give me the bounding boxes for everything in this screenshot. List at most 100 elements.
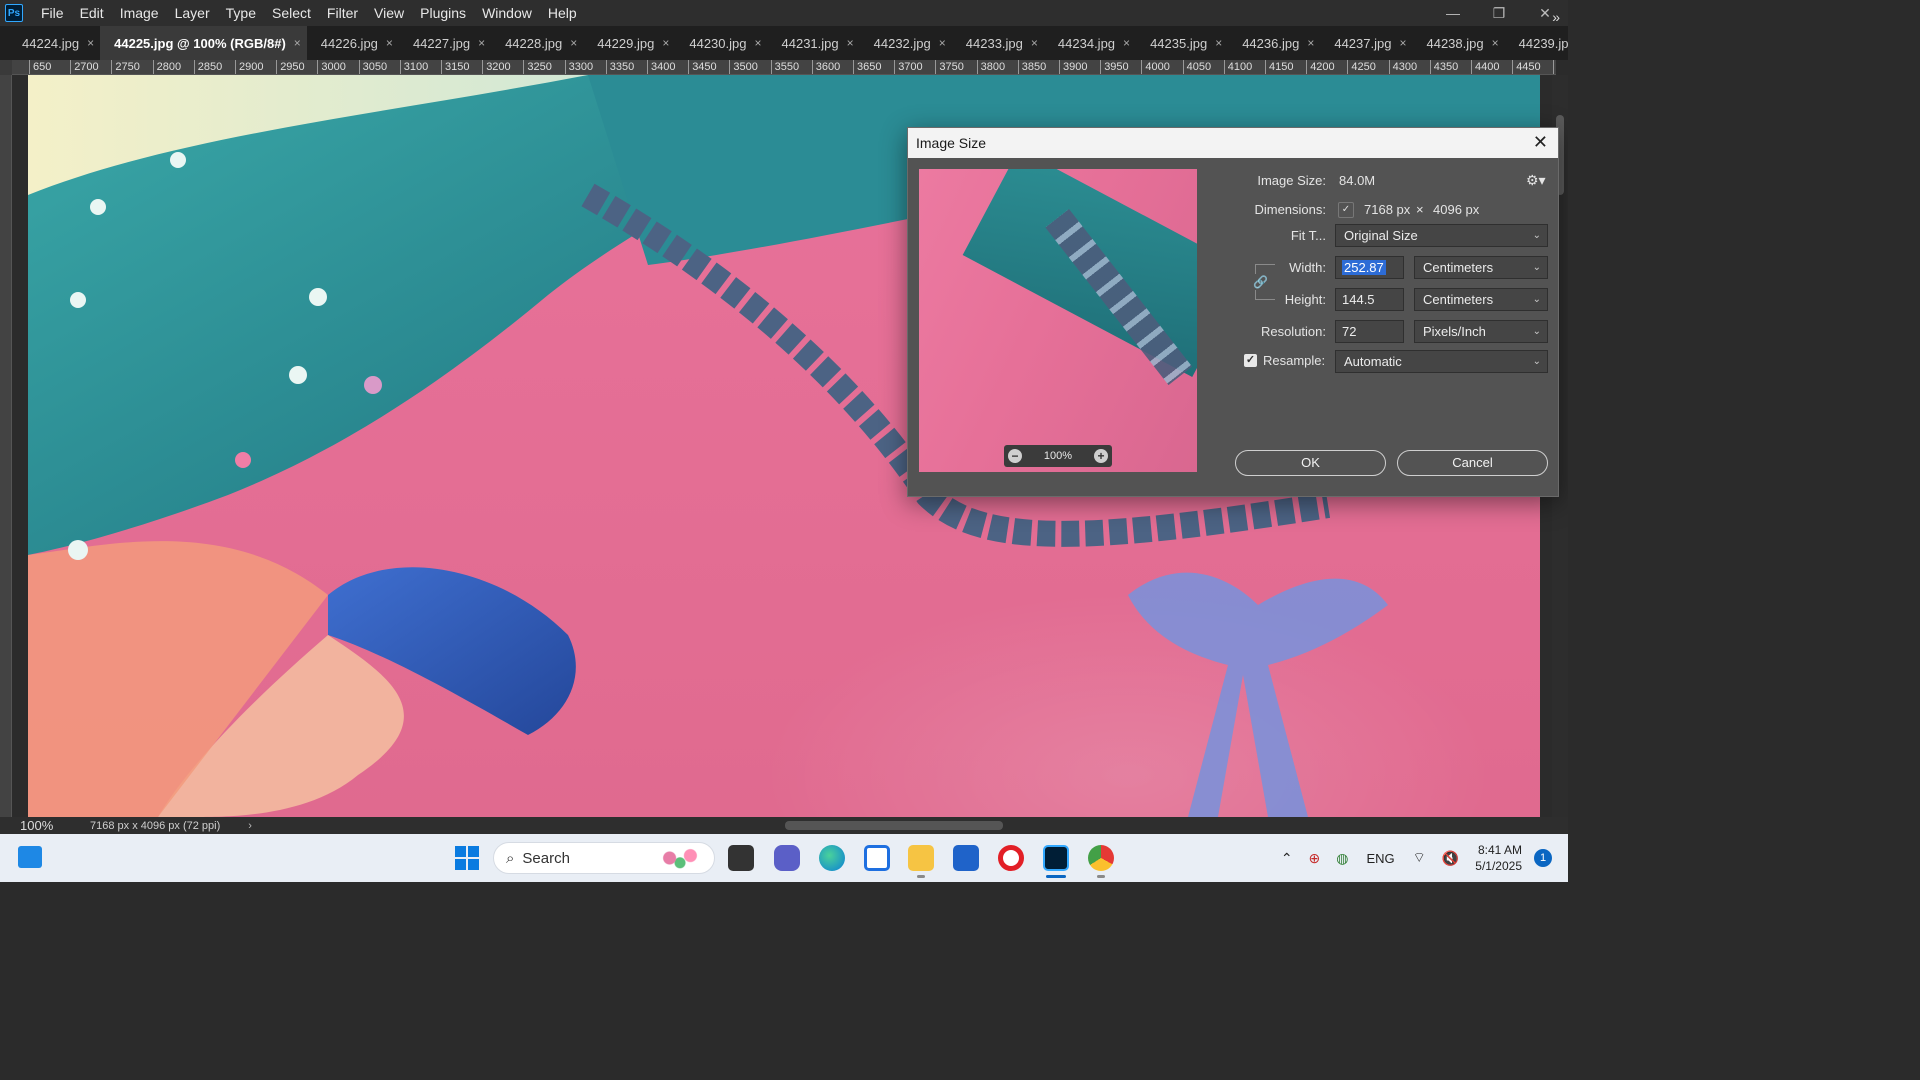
tab-document[interactable]: 44232.jpg ×	[860, 26, 952, 60]
image-preview[interactable]: − 100% +	[919, 169, 1197, 472]
menu-layer[interactable]: Layer	[167, 0, 218, 26]
close-window-button[interactable]: ✕	[1522, 0, 1568, 26]
tab-close-icon[interactable]: ×	[939, 36, 946, 50]
file-explorer-icon[interactable]	[908, 845, 934, 871]
photoshop-app-icon[interactable]	[1043, 845, 1069, 871]
menu-select[interactable]: Select	[264, 0, 319, 26]
network-globe-icon[interactable]: ◍	[1336, 850, 1348, 867]
menu-edit[interactable]: Edit	[72, 0, 112, 26]
tab-document[interactable]: 44230.jpg ×	[675, 26, 767, 60]
tab-close-icon[interactable]: ×	[570, 36, 577, 50]
tab-document[interactable]: 44235.jpg ×	[1136, 26, 1228, 60]
wifi-icon[interactable]: ⌔	[1413, 849, 1426, 867]
menu-file[interactable]: File	[33, 0, 72, 26]
menu-image[interactable]: Image	[112, 0, 167, 26]
tab-document[interactable]: 44238.jpg ×	[1412, 26, 1504, 60]
volume-muted-icon[interactable]: 🔇	[1442, 850, 1459, 867]
ok-button[interactable]: OK	[1235, 450, 1386, 476]
width-label: Width:	[1289, 260, 1326, 275]
vertical-ruler[interactable]	[0, 75, 12, 817]
language-indicator[interactable]: ENG	[1367, 851, 1395, 866]
resample-checkbox[interactable]: ✓	[1244, 354, 1257, 367]
taskbar-search-box[interactable]: ⌕ Search	[493, 842, 715, 874]
tab-close-icon[interactable]: ×	[1123, 36, 1130, 50]
ruler-tick-label: 3800	[976, 60, 1005, 74]
tab-label: 44226.jpg	[320, 35, 378, 51]
maximize-button[interactable]: ❐	[1476, 0, 1522, 26]
tab-close-icon[interactable]: ×	[847, 36, 854, 50]
zoom-level[interactable]: 100%	[0, 818, 80, 833]
horizontal-scrollbar[interactable]	[260, 821, 1540, 830]
menu-help[interactable]: Help	[540, 0, 585, 26]
status-menu-arrow-icon[interactable]: ›	[248, 820, 252, 832]
tab-document[interactable]: 44224.jpg ×	[8, 26, 100, 60]
teams-app-icon[interactable]	[774, 845, 800, 871]
tabs-overflow-icon[interactable]: »	[1552, 0, 1560, 34]
terminal-app-icon[interactable]	[728, 845, 754, 871]
windows-start-icon[interactable]	[455, 846, 479, 870]
resample-select[interactable]: Automatic ⌄	[1335, 350, 1548, 373]
link-proportions-icon[interactable]: 🔗	[1253, 274, 1268, 290]
zoom-out-icon[interactable]: −	[1008, 449, 1022, 463]
tab-document[interactable]: 44227.jpg ×	[399, 26, 491, 60]
minimize-button[interactable]: —	[1430, 0, 1476, 26]
dimensions-dropdown-icon[interactable]: ✓	[1338, 202, 1354, 218]
tab-document[interactable]: 44228.jpg ×	[491, 26, 583, 60]
tab-document[interactable]: 44226.jpg ×	[307, 26, 399, 60]
fit-to-label: Fit T...	[1290, 228, 1326, 243]
tab-document[interactable]: 44231.jpg ×	[768, 26, 860, 60]
horizontal-ruler[interactable]: 650 2700 2750 2800 2850 2900 2950 3000 3050 3100 3…	[12, 60, 1556, 75]
tab-close-icon[interactable]: ×	[87, 36, 94, 50]
height-unit-select[interactable]: Centimeters ⌄	[1414, 288, 1548, 311]
menu-window[interactable]: Window	[474, 0, 540, 26]
width-unit-select[interactable]: Centimeters ⌄	[1414, 256, 1548, 279]
lens-app-icon[interactable]	[864, 845, 890, 871]
settings-gear-icon[interactable]: ⚙▾	[1526, 172, 1546, 189]
menu-view[interactable]: View	[366, 0, 412, 26]
zoom-in-icon[interactable]: +	[1093, 449, 1108, 463]
tab-document[interactable]: 44237.jpg ×	[1320, 26, 1412, 60]
ruler-tick-label: 3150	[441, 60, 469, 74]
widgets-icon[interactable]	[18, 846, 42, 868]
tab-close-icon[interactable]: ×	[1031, 36, 1038, 50]
tab-close-icon[interactable]: ×	[1215, 36, 1222, 50]
tab-close-icon[interactable]: ×	[1307, 36, 1314, 50]
vpn-icon[interactable]: ⊕	[1309, 850, 1321, 867]
tab-close-icon[interactable]: ×	[662, 36, 669, 50]
edge-app-icon[interactable]	[819, 845, 845, 871]
show-hidden-icons-icon[interactable]: ⌃	[1281, 850, 1293, 867]
tab-close-icon[interactable]: ×	[754, 36, 761, 50]
tab-close-icon[interactable]: ×	[386, 36, 393, 50]
opera-app-icon[interactable]	[998, 845, 1024, 871]
tab-document[interactable]: 44236.jpg ×	[1228, 26, 1320, 60]
chrome-app-icon[interactable]	[1088, 845, 1114, 871]
dialog-close-icon[interactable]: ✕	[1533, 132, 1548, 153]
cancel-button[interactable]: Cancel	[1397, 450, 1548, 476]
menu-plugins[interactable]: Plugins	[412, 0, 474, 26]
tab-close-icon[interactable]: ×	[294, 36, 301, 50]
store-app-icon[interactable]	[953, 845, 979, 871]
clock[interactable]: 8:41 AM 5/1/2025	[1475, 842, 1522, 874]
tab-close-icon[interactable]: ×	[1492, 36, 1499, 50]
horizontal-scroll-thumb[interactable]	[785, 821, 1003, 830]
menu-type[interactable]: Type	[218, 0, 264, 26]
tab-active-document[interactable]: 44225.jpg @ 100% (RGB/8#) ×	[100, 26, 307, 60]
height-field[interactable]: 144.5	[1335, 288, 1404, 311]
tab-document[interactable]: 44229.jpg ×	[583, 26, 675, 60]
fit-to-select[interactable]: Original Size ⌄	[1335, 224, 1548, 247]
ruler-tick-label: 3850	[1017, 60, 1046, 74]
notification-badge[interactable]: 1	[1534, 849, 1552, 867]
width-field[interactable]: 252.87	[1335, 256, 1404, 279]
tab-close-icon[interactable]: ×	[1399, 36, 1406, 50]
resolution-field[interactable]: 72	[1335, 320, 1404, 343]
tab-document[interactable]: 44234.jpg ×	[1044, 26, 1136, 60]
ruler-tick-label: 2700	[70, 60, 99, 74]
menu-filter[interactable]: Filter	[319, 0, 366, 26]
dialog-titlebar[interactable]: Image Size ✕	[908, 128, 1558, 158]
tab-document[interactable]: 44233.jpg ×	[952, 26, 1044, 60]
fit-to-value: Original Size	[1344, 228, 1418, 243]
tab-close-icon[interactable]: ×	[478, 36, 485, 50]
tab-label: 44236.jpg	[1242, 35, 1300, 51]
window-controls: — ❐ ✕	[1430, 0, 1568, 26]
resolution-unit-select[interactable]: Pixels/Inch ⌄	[1414, 320, 1548, 343]
